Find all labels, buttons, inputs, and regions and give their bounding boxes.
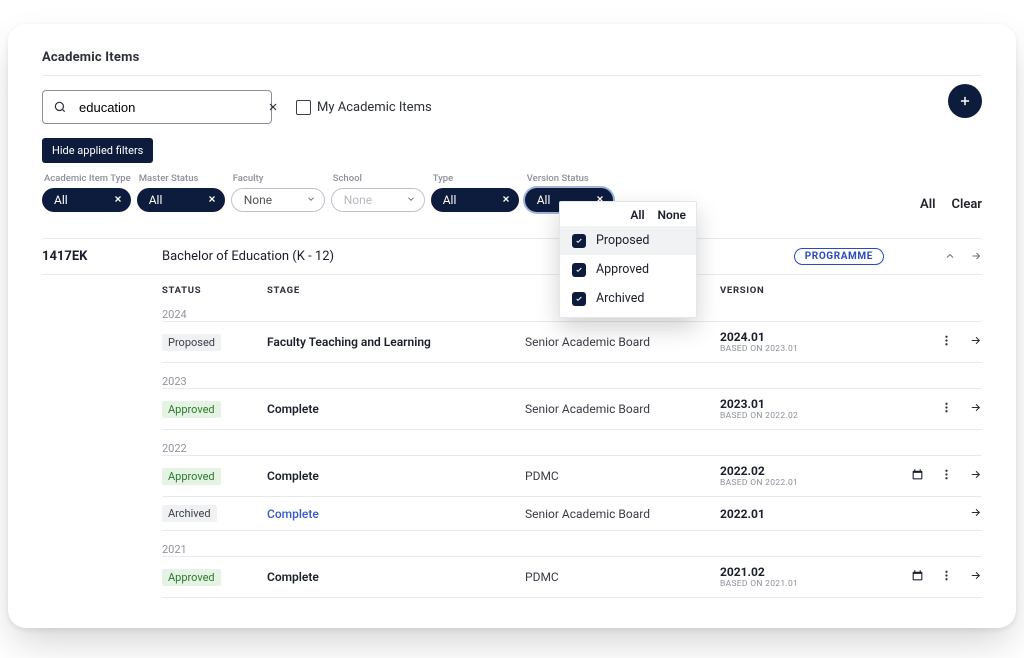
filter-label-type: Type	[431, 173, 519, 184]
filter-value: None	[344, 193, 372, 207]
plus-icon	[958, 94, 972, 108]
chevron-down-icon	[306, 193, 316, 207]
dropdown-option[interactable]: Proposed	[560, 226, 696, 255]
filters-all-button[interactable]: All	[920, 197, 935, 212]
board-value: Senior Academic Board	[525, 507, 720, 521]
stage-value: Complete	[267, 469, 525, 483]
filter-pill-type[interactable]: All	[431, 188, 519, 212]
arrow-right-icon[interactable]	[969, 334, 982, 350]
stage-value: Complete	[267, 570, 525, 584]
chevron-down-icon	[406, 193, 416, 207]
version-status-dropdown: All None Proposed Approved Archived	[559, 201, 697, 318]
add-button[interactable]	[948, 84, 982, 118]
version-value: 2022.01	[720, 507, 855, 521]
result-code: 1417EK	[32, 249, 162, 264]
my-items-label: My Academic Items	[317, 100, 432, 115]
year-label: 2022	[162, 442, 982, 455]
stage-value: Complete	[267, 402, 525, 416]
checkbox-checked-icon	[572, 292, 586, 306]
filter-pill-academic-item-type[interactable]: All	[42, 188, 131, 212]
dropdown-none[interactable]: None	[658, 208, 686, 222]
checkbox-icon	[296, 100, 311, 115]
calendar-icon[interactable]	[911, 569, 924, 585]
divider	[42, 75, 982, 76]
hide-filters-button[interactable]: Hide applied filters	[42, 138, 153, 163]
version-value: 2024.01BASED ON 2023.01	[720, 330, 855, 354]
version-value: 2022.02BASED ON 2022.01	[720, 464, 855, 488]
collapse-icon[interactable]	[944, 247, 956, 266]
close-icon[interactable]	[501, 193, 511, 207]
search-input[interactable]	[77, 99, 257, 116]
status-badge: Proposed	[162, 334, 221, 351]
calendar-icon[interactable]	[911, 468, 924, 484]
more-icon[interactable]	[940, 401, 953, 417]
stage-value[interactable]: Complete	[267, 507, 525, 521]
filter-label-school: School	[331, 173, 425, 184]
filter-select-school[interactable]: None	[331, 188, 425, 212]
columns-header: STATUS STAGE VERSION	[42, 285, 982, 296]
dropdown-option-label: Archived	[596, 291, 644, 306]
status-badge: Approved	[162, 401, 221, 418]
col-status: STATUS	[162, 285, 267, 296]
status-badge: Approved	[162, 468, 221, 485]
programme-badge: PROGRAMME	[794, 248, 884, 265]
more-icon[interactable]	[940, 569, 953, 585]
filter-value: All	[443, 193, 457, 207]
dropdown-option-label: Approved	[596, 262, 649, 277]
checkbox-checked-icon	[572, 263, 586, 277]
filter-value: All	[54, 193, 68, 207]
result-row-header[interactable]: 1417EK Bachelor of Education (K - 12) PR…	[42, 238, 982, 275]
close-icon[interactable]	[113, 193, 123, 207]
board-value: PDMC	[525, 469, 720, 483]
table-row[interactable]: Approved CompletePDMC2021.02BASED ON 2021…	[162, 557, 982, 598]
stage-value: Faculty Teaching and Learning	[267, 335, 525, 349]
table-row[interactable]: Approved CompletePDMC2022.02BASED ON 2022…	[162, 456, 982, 497]
status-badge: Archived	[162, 505, 217, 522]
arrow-right-icon[interactable]	[969, 569, 982, 585]
filter-pill-master-status[interactable]: All	[137, 188, 225, 212]
checkbox-checked-icon	[572, 234, 586, 248]
board-value: PDMC	[525, 570, 720, 584]
filter-value: All	[149, 193, 163, 207]
close-icon[interactable]	[207, 193, 217, 207]
search-icon	[53, 100, 67, 114]
page-title: Academic Items	[42, 50, 982, 65]
filter-label-version-status: Version Status	[525, 173, 613, 184]
year-label: 2023	[162, 375, 982, 388]
version-value: 2021.02BASED ON 2021.01	[720, 565, 855, 589]
arrow-right-icon[interactable]	[969, 401, 982, 417]
filter-value: None	[244, 193, 272, 207]
dropdown-option[interactable]: Approved	[560, 255, 696, 284]
filters-clear-button[interactable]: Clear	[951, 197, 982, 212]
more-icon[interactable]	[940, 334, 953, 350]
filter-select-faculty[interactable]: None	[231, 188, 325, 212]
filter-label-faculty: Faculty	[231, 173, 325, 184]
filter-label-academic-item-type: Academic Item Type	[42, 173, 131, 184]
dropdown-option-label: Proposed	[596, 233, 649, 248]
col-stage: STAGE	[267, 285, 525, 296]
dropdown-option[interactable]: Archived	[560, 284, 696, 313]
table-row[interactable]: Archived CompleteSenior Academic Board202…	[162, 497, 982, 531]
my-items-checkbox[interactable]: My Academic Items	[296, 100, 432, 115]
dropdown-all[interactable]: All	[630, 208, 644, 222]
filter-value: All	[537, 193, 551, 207]
search-input-container[interactable]	[42, 90, 272, 124]
version-value: 2023.01BASED ON 2022.02	[720, 397, 855, 421]
table-row[interactable]: Proposed Faculty Teaching and LearningSen…	[162, 322, 982, 363]
status-badge: Approved	[162, 569, 221, 586]
filter-label-master-status: Master Status	[137, 173, 225, 184]
arrow-right-icon[interactable]	[969, 506, 982, 522]
board-value: Senior Academic Board	[525, 335, 720, 349]
table-row[interactable]: Approved CompleteSenior Academic Board202…	[162, 389, 982, 430]
col-version: VERSION	[720, 285, 855, 296]
arrow-right-icon[interactable]	[969, 468, 982, 484]
year-label: 2021	[162, 543, 982, 556]
result-name: Bachelor of Education (K - 12)	[162, 249, 334, 264]
more-icon[interactable]	[940, 468, 953, 484]
board-value: Senior Academic Board	[525, 402, 720, 416]
arrow-right-icon[interactable]	[970, 247, 982, 266]
clear-search-icon[interactable]	[267, 101, 279, 113]
